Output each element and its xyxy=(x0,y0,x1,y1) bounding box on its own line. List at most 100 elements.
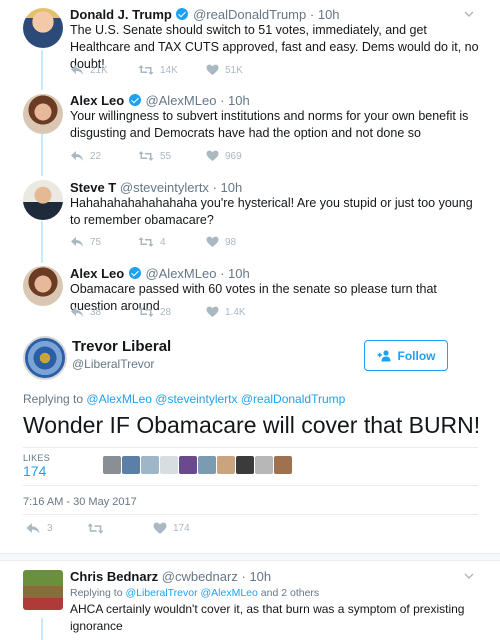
tweet-time[interactable]: 10h xyxy=(228,93,250,108)
divider xyxy=(23,447,478,448)
liker-avatar[interactable] xyxy=(198,456,216,474)
thread-line xyxy=(41,618,43,640)
author-handle[interactable]: @AlexMLeo xyxy=(145,266,216,281)
tweet-time[interactable]: 10h xyxy=(221,180,243,195)
heart-icon xyxy=(206,306,219,317)
author-name[interactable]: Steve T xyxy=(70,180,116,195)
reply-button[interactable]: 38 xyxy=(70,306,138,318)
like-button[interactable]: 174 xyxy=(153,522,190,535)
mention-link[interactable]: @AlexMLeo xyxy=(86,392,152,406)
reply-button[interactable]: 21K xyxy=(70,64,138,76)
retweet-icon xyxy=(138,307,154,317)
mention-link[interactable]: @steveintylertx xyxy=(155,392,237,406)
like-count: 51K xyxy=(225,64,243,76)
liker-avatar[interactable] xyxy=(179,456,197,474)
avatar[interactable] xyxy=(23,94,63,134)
author-name[interactable]: Chris Bednarz xyxy=(70,569,158,584)
author-name[interactable]: Alex Leo xyxy=(70,93,124,108)
reply-count: 22 xyxy=(90,150,102,162)
author-handle[interactable]: @AlexMLeo xyxy=(145,93,216,108)
author-handle[interactable]: @cwbednarz xyxy=(162,569,238,584)
reply-icon xyxy=(71,151,83,161)
reply-icon xyxy=(71,307,83,317)
reply-count: 75 xyxy=(90,236,102,248)
reply-icon xyxy=(71,65,83,75)
tweet-header: Alex Leo @AlexMLeo · 10h xyxy=(70,93,250,108)
author-handle[interactable]: @steveintylertx xyxy=(120,180,209,195)
chevron-down-icon[interactable] xyxy=(464,9,474,19)
mention-link[interactable]: @AlexMLeo xyxy=(201,587,258,599)
like-count: 174 xyxy=(173,522,190,534)
retweet-icon xyxy=(87,522,104,534)
liker-avatar[interactable] xyxy=(103,456,121,474)
reply-button[interactable]: 3 xyxy=(25,522,87,535)
like-button[interactable]: 969 xyxy=(206,150,242,162)
heart-icon xyxy=(206,150,219,161)
liker-avatar[interactable] xyxy=(236,456,254,474)
like-button[interactable]: 98 xyxy=(206,236,236,248)
retweet-count: 55 xyxy=(160,150,172,162)
mention-link[interactable]: @realDonaldTrump xyxy=(241,392,345,406)
liker-avatar[interactable] xyxy=(217,456,235,474)
tweet-text: Wonder IF Obamacare will cover that BURN… xyxy=(23,412,481,438)
add-user-icon xyxy=(377,349,390,361)
tweet-header: Alex Leo @AlexMLeo · 10h xyxy=(70,266,250,281)
heart-icon xyxy=(206,236,219,247)
like-button[interactable]: 1.4K xyxy=(206,306,246,318)
separator-dot: · xyxy=(241,569,246,584)
reply-count: 38 xyxy=(90,306,102,318)
thread-line xyxy=(41,221,43,263)
avatar[interactable] xyxy=(23,266,63,306)
tweet-text: Hahahahahahahahaha you're hysterical! Ar… xyxy=(70,196,473,227)
follow-label: Follow xyxy=(397,348,436,363)
avatar[interactable] xyxy=(23,180,63,220)
author-name[interactable]: Trevor Liberal xyxy=(72,338,171,355)
replying-prefix: Replying to xyxy=(23,392,84,406)
follow-button[interactable]: Follow xyxy=(364,340,448,371)
retweet-button[interactable]: 55 xyxy=(138,150,206,162)
reply-icon xyxy=(71,237,83,247)
author-name[interactable]: Alex Leo xyxy=(70,266,124,281)
reply-button[interactable]: 22 xyxy=(70,150,138,162)
avatar[interactable] xyxy=(23,570,63,610)
reply-count: 21K xyxy=(90,64,108,76)
replying-to: Replying to @AlexMLeo @steveintylertx @r… xyxy=(23,392,345,406)
liker-avatar[interactable] xyxy=(274,456,292,474)
chevron-down-icon[interactable] xyxy=(464,571,474,581)
author-handle[interactable]: @realDonaldTrump xyxy=(193,7,306,22)
liker-avatar[interactable] xyxy=(122,456,140,474)
liker-avatar[interactable] xyxy=(141,456,159,474)
retweet-button[interactable]: 14K xyxy=(138,64,206,76)
retweet-button[interactable]: 4 xyxy=(138,236,206,248)
tweet-time[interactable]: 10h xyxy=(249,569,271,584)
separator-dot: · xyxy=(220,93,225,108)
tweet-time[interactable]: 10h xyxy=(228,266,250,281)
liker-avatar[interactable] xyxy=(255,456,273,474)
tweet-actions: 38 28 1.4K xyxy=(70,304,246,320)
retweet-button[interactable] xyxy=(87,522,153,535)
tweet-text: Your willingness to subvert institutions… xyxy=(70,109,469,140)
liker-avatar[interactable] xyxy=(160,456,178,474)
heart-icon xyxy=(153,522,167,534)
tweet-actions: 75 4 98 xyxy=(70,234,236,250)
retweet-icon xyxy=(138,151,154,161)
retweet-count: 14K xyxy=(160,64,178,76)
retweet-icon xyxy=(138,237,154,247)
avatar[interactable] xyxy=(23,336,67,380)
author-handle[interactable]: @LiberalTrevor xyxy=(72,357,154,371)
separator-dot: · xyxy=(220,266,225,281)
mention-link[interactable]: @LiberalTrevor xyxy=(125,587,197,599)
tweet-actions: 21K 14K 51K xyxy=(70,62,243,78)
tweet-time[interactable]: 10h xyxy=(318,7,340,22)
reply-count: 3 xyxy=(47,522,53,534)
replying-prefix: Replying to xyxy=(70,587,123,599)
tweet-text: AHCA certainly wouldn't cover it, as tha… xyxy=(70,602,465,633)
avatar[interactable] xyxy=(23,8,63,48)
like-button[interactable]: 51K xyxy=(206,64,243,76)
reply-button[interactable]: 75 xyxy=(70,236,138,248)
tweet-timestamp[interactable]: 7:16 AM - 30 May 2017 xyxy=(23,496,137,508)
replying-suffix: and 2 others xyxy=(260,587,320,599)
author-name[interactable]: Donald J. Trump xyxy=(70,7,172,22)
likes-count[interactable]: 174 xyxy=(23,463,46,479)
retweet-button[interactable]: 28 xyxy=(138,306,206,318)
